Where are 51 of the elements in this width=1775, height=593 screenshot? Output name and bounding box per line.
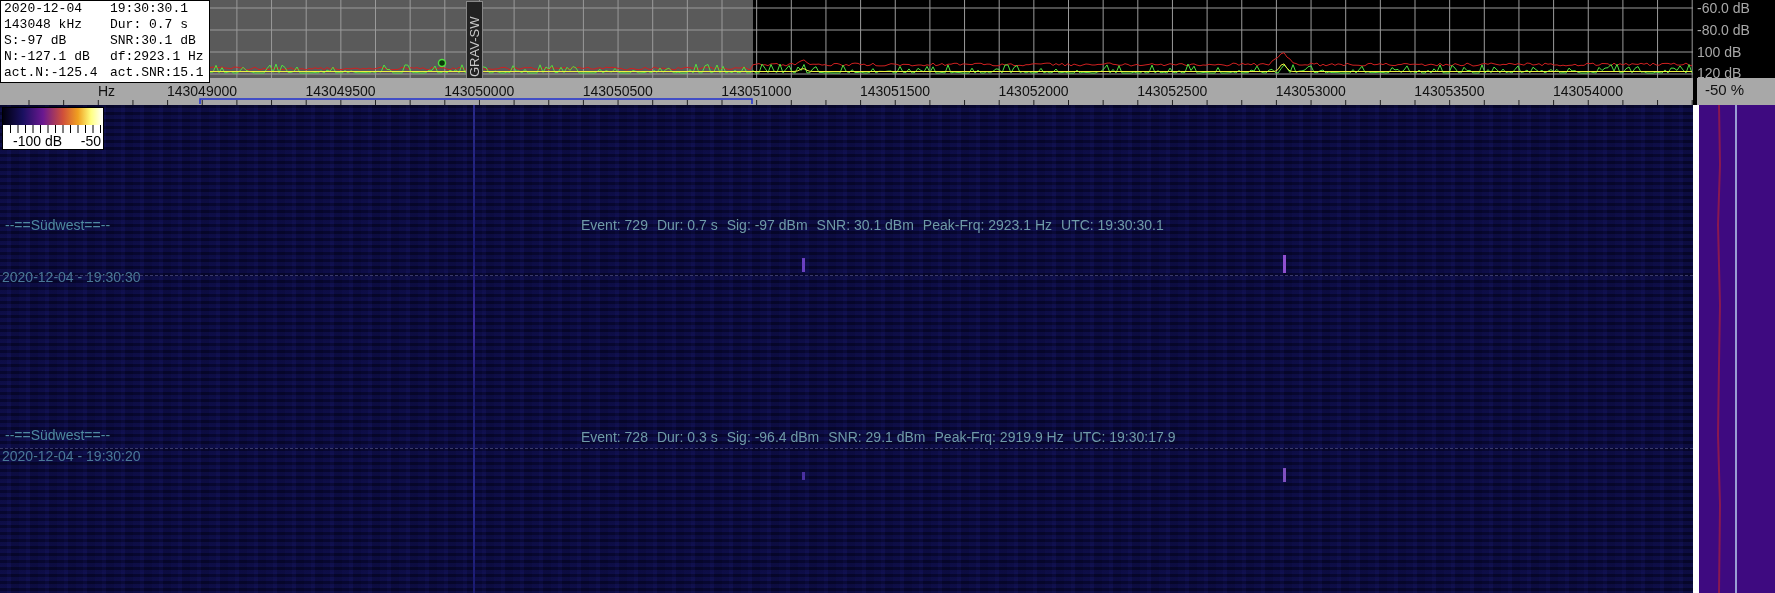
frequency-label: 143053000 <box>1274 83 1347 99</box>
signal-blip <box>802 258 805 272</box>
frequency-label: 143054000 <box>1551 83 1625 99</box>
timestamp-label: 2020-12-04 - 19:30:20 <box>2 448 141 464</box>
info-value: 2020-12-04 <box>4 1 83 17</box>
frequency-label: 143050000 <box>443 83 516 99</box>
frequency-label: 143050500 <box>581 83 654 99</box>
marker-dot-icon <box>437 58 447 68</box>
event-detail: UTC: 19:30:17.9 <box>1072 429 1176 445</box>
event-detail: Dur: 0.3 s <box>656 429 718 445</box>
info-value: S:-97 dB <box>4 33 68 49</box>
event-detail: SNR: 29.1 dBm <box>828 429 926 445</box>
frequency-label: 143051500 <box>858 83 932 99</box>
info-value: act.N:-125.4 <box>4 65 99 81</box>
event-detail: Dur: 0.7 s <box>656 217 718 233</box>
event-detail: UTC: 19:30:30.1 <box>1061 217 1164 233</box>
info-value: 19:30:30.1 <box>110 1 189 17</box>
event-detail: Event: 729 <box>581 217 648 233</box>
db-scale-label: -80.0 dB <box>1697 22 1750 38</box>
signal-blip <box>802 472 805 480</box>
frequency-label: 143052500 <box>1136 83 1209 99</box>
info-value: act.SNR:15.1 <box>110 65 205 81</box>
station-label: --==Südwest==-- <box>5 217 111 233</box>
db-scale-label: -60.0 dB <box>1697 0 1750 16</box>
axis-unit-label: Hz <box>98 83 116 99</box>
timestamp-label: 2020-12-04 - 19:30:30 <box>2 269 141 285</box>
info-value: df:2923.1 Hz <box>110 49 205 65</box>
info-value: 143048 kHz <box>4 17 83 33</box>
marker-label: GRAV-SW <box>466 1 483 80</box>
signal-blip <box>1283 255 1286 273</box>
event-detail: SNR: 30.1 dBm <box>816 217 914 233</box>
info-value: Dur: 0.7 s <box>110 17 189 33</box>
frequency-label: 143052000 <box>997 83 1070 99</box>
info-value: N:-127.1 dB <box>4 49 91 65</box>
frequency-label: 143049500 <box>304 83 377 99</box>
event-detail: Peak-Frq: 2919.9 Hz <box>934 429 1064 445</box>
signal-blip <box>1283 468 1286 482</box>
legend-min-label: -100 dB <box>13 133 63 149</box>
frequency-label: 143049000 <box>165 83 239 99</box>
event-detail: Event: 728 <box>581 429 648 445</box>
db-scale-label: 100 dB <box>1697 44 1742 60</box>
legend-max-label: -50 <box>80 133 101 149</box>
frequency-label: 143053500 <box>1413 83 1486 99</box>
frequency-label: 143051000 <box>720 83 793 99</box>
station-label: --==Südwest==-- <box>5 427 111 443</box>
event-detail: Sig: -96.4 dBm <box>726 429 820 445</box>
event-detail: Peak-Frq: 2923.1 Hz <box>922 217 1052 233</box>
event-detail: Sig: -97 dBm <box>726 217 808 233</box>
db-scale-label: 120 dB <box>1697 65 1742 81</box>
info-value: SNR:30.1 dB <box>110 33 197 49</box>
level-axis-label: -50 % <box>1705 81 1745 98</box>
